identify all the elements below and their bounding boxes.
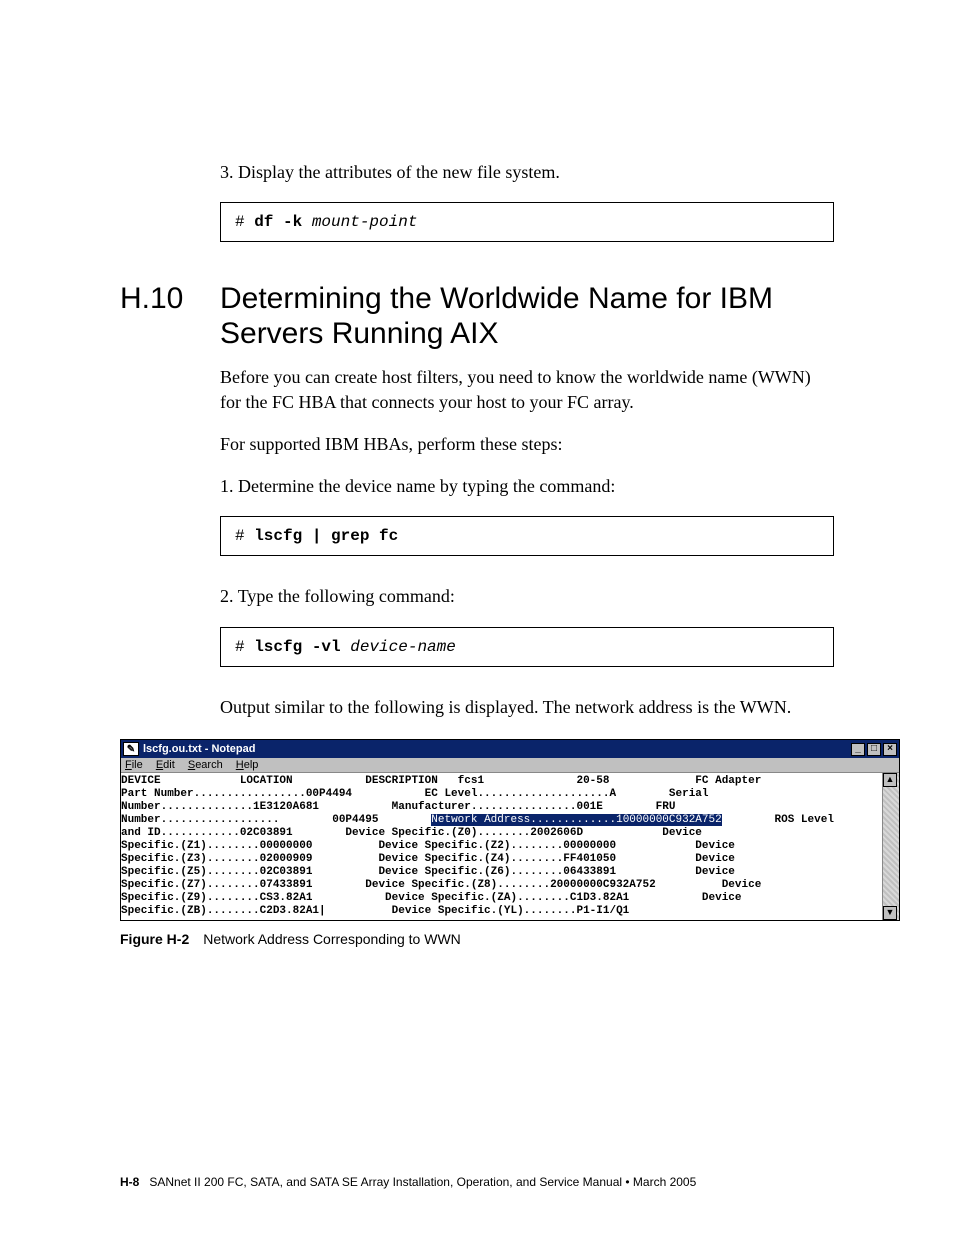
maximize-button[interactable]: □ bbox=[867, 743, 881, 756]
cmd-arg: device-name bbox=[341, 638, 456, 656]
figure-label: Figure H-2 bbox=[120, 931, 189, 947]
step-1-text: 1. Determine the device name by typing t… bbox=[220, 476, 615, 496]
section-number: H.10 bbox=[120, 282, 220, 316]
cmd-prompt: # bbox=[235, 638, 254, 656]
figure-caption: Figure H-2 Network Address Corresponding … bbox=[120, 931, 834, 947]
command-box-lscfg-vl: # lscfg -vl device-name bbox=[220, 627, 834, 667]
step-2: 2. Type the following command: bbox=[220, 584, 834, 608]
highlighted-network-address: Network Address.............10000000C932… bbox=[431, 814, 721, 826]
notepad-titlebar[interactable]: ✎ lscfg.ou.txt - Notepad _ □ × bbox=[121, 740, 899, 758]
page: 3. Display the attributes of the new fil… bbox=[0, 0, 954, 1235]
scroll-up-button[interactable]: ▲ bbox=[883, 773, 897, 787]
footer-text: SANnet II 200 FC, SATA, and SATA SE Arra… bbox=[149, 1175, 696, 1189]
step-1: 1. Determine the device name by typing t… bbox=[220, 474, 834, 498]
cmd-bold: lscfg -vl bbox=[254, 638, 340, 656]
step-2-text: 2. Type the following command: bbox=[220, 586, 455, 606]
step-3: 3. Display the attributes of the new fil… bbox=[220, 160, 834, 184]
menu-search[interactable]: Search bbox=[188, 759, 223, 771]
notepad-window: ✎ lscfg.ou.txt - Notepad _ □ × File Edit… bbox=[120, 739, 900, 921]
cmd-prompt: # bbox=[235, 527, 254, 545]
page-footer: H-8 SANnet II 200 FC, SATA, and SATA SE … bbox=[120, 1175, 696, 1189]
command-box-df: # df -k mount-point bbox=[220, 202, 834, 242]
notepad-menubar: File Edit Search Help bbox=[121, 758, 899, 773]
output-para: Output similar to the following is displ… bbox=[220, 695, 834, 719]
close-button[interactable]: × bbox=[883, 743, 897, 756]
notepad-textarea[interactable]: DEVICE LOCATION DESCRIPTION fcs1 20-58 F… bbox=[121, 773, 882, 920]
menu-file[interactable]: File bbox=[125, 759, 143, 771]
menu-help[interactable]: Help bbox=[236, 759, 259, 771]
cmd-bold: lscfg | grep fc bbox=[254, 527, 398, 545]
intro-para-1: Before you can create host filters, you … bbox=[220, 365, 834, 414]
section-heading: H.10Determining the Worldwide Name for I… bbox=[120, 282, 834, 351]
figure-caption-text: Network Address Corresponding to WWN bbox=[203, 931, 461, 947]
cmd-bold: df -k bbox=[254, 213, 302, 231]
page-number: H-8 bbox=[120, 1175, 139, 1189]
intro-para-2: For supported IBM HBAs, perform these st… bbox=[220, 432, 834, 456]
step-3-text: 3. Display the attributes of the new fil… bbox=[220, 162, 560, 182]
body-column: 3. Display the attributes of the new fil… bbox=[220, 160, 834, 947]
notepad-icon: ✎ bbox=[123, 742, 139, 756]
minimize-button[interactable]: _ bbox=[851, 743, 865, 756]
notepad-title-text: lscfg.ou.txt - Notepad bbox=[143, 743, 851, 755]
cmd-prompt: # bbox=[235, 213, 254, 231]
scroll-down-button[interactable]: ▼ bbox=[883, 906, 897, 920]
scrollbar[interactable]: ▲ ▼ bbox=[882, 773, 899, 920]
cmd-arg: mount-point bbox=[302, 213, 417, 231]
section-title: Determining the Worldwide Name for IBM S… bbox=[220, 282, 820, 351]
command-box-lscfg-grep: # lscfg | grep fc bbox=[220, 516, 834, 556]
menu-edit[interactable]: Edit bbox=[156, 759, 175, 771]
